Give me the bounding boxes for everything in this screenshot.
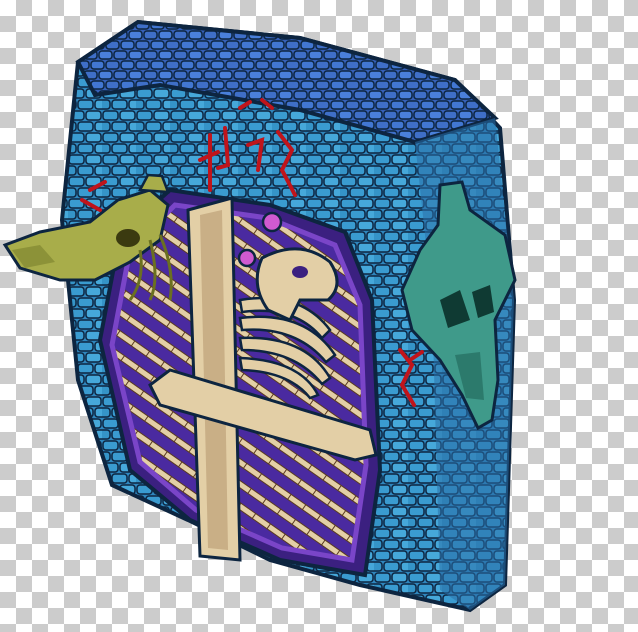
stone-doorway-sprite — [2, 19, 517, 613]
